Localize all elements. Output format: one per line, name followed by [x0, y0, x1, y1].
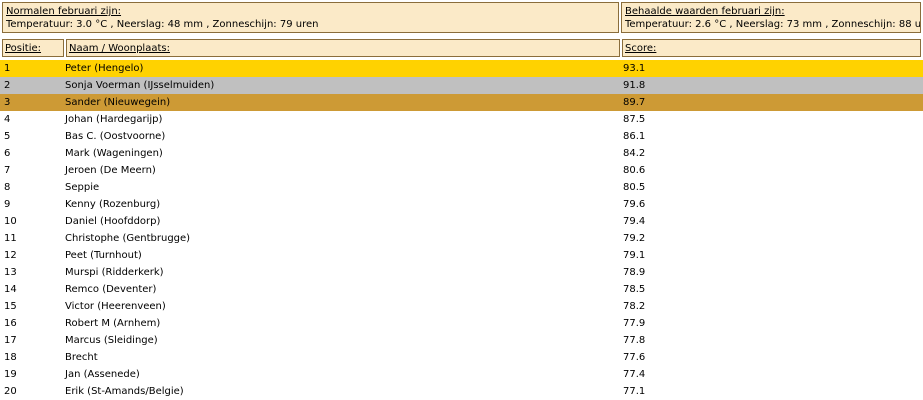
row-score: 77.6: [623, 352, 646, 363]
row-score: 77.8: [623, 335, 646, 346]
row-name: Remco (Deventer): [65, 284, 157, 295]
column-header-name: Naam / Woonplaats:: [66, 39, 620, 57]
achieved-text: Temperatuur: 2.6 °C , Neerslag: 73 mm , …: [625, 19, 921, 30]
row-position: 9: [4, 199, 11, 210]
row-score: 78.2: [623, 301, 646, 312]
row-score: 79.6: [623, 199, 646, 210]
row-name: Peet (Turnhout): [65, 250, 142, 261]
table-row: 19 Jan (Assenede) 77.4: [0, 366, 923, 383]
row-score: 93.1: [623, 63, 646, 74]
row-name: Peter (Hengelo): [65, 63, 144, 74]
row-name: Daniel (Hoofddorp): [65, 216, 161, 227]
row-name: Seppie: [65, 182, 100, 193]
table-row: 16 Robert M (Arnhem) 77.9: [0, 315, 923, 332]
row-name: Marcus (Sleidinge): [65, 335, 158, 346]
row-score: 91.8: [623, 80, 646, 91]
row-name: Murspi (Ridderkerk): [65, 267, 164, 278]
table-row: 2 Sonja Voerman (IJsselmuiden) 91.8: [0, 77, 923, 94]
row-name: Erik (St-Amands/Belgie): [65, 386, 184, 397]
column-header-position: Positie:: [2, 39, 64, 57]
table-row: 10 Daniel (Hoofddorp) 79.4: [0, 213, 923, 230]
row-score: 84.2: [623, 148, 646, 159]
row-name: Victor (Heerenveen): [65, 301, 166, 312]
normals-box: Normalen februari zijn: Temperatuur: 3.0…: [2, 2, 619, 33]
table-row: 14 Remco (Deventer) 78.5: [0, 281, 923, 298]
row-score: 89.7: [623, 97, 646, 108]
row-position: 14: [4, 284, 17, 295]
row-position: 12: [4, 250, 17, 261]
row-position: 2: [4, 80, 11, 91]
row-score: 77.9: [623, 318, 646, 329]
row-score: 79.2: [623, 233, 646, 244]
row-score: 77.4: [623, 369, 646, 380]
row-name: Mark (Wageningen): [65, 148, 163, 159]
column-header-score: Score:: [622, 39, 921, 57]
table-row: 9 Kenny (Rozenburg) 79.6: [0, 196, 923, 213]
row-position: 3: [4, 97, 11, 108]
row-name: Johan (Hardegarijp): [65, 114, 163, 125]
row-position: 1: [4, 63, 11, 74]
row-score: 80.5: [623, 182, 646, 193]
row-position: 4: [4, 114, 11, 125]
row-position: 17: [4, 335, 17, 346]
row-score: 78.9: [623, 267, 646, 278]
table-row: 8 Seppie 80.5: [0, 179, 923, 196]
row-position: 5: [4, 131, 11, 142]
row-name: Bas C. (Oostvoorne): [65, 131, 166, 142]
normals-title: Normalen februari zijn:: [6, 6, 122, 17]
row-name: Sonja Voerman (IJsselmuiden): [65, 80, 215, 91]
table-row: 20 Erik (St-Amands/Belgie) 77.1: [0, 383, 923, 400]
table-row: 4 Johan (Hardegarijp) 87.5: [0, 111, 923, 128]
row-name: Brecht: [65, 352, 98, 363]
achieved-box: Behaalde waarden februari zijn: Temperat…: [621, 2, 921, 33]
row-position: 20: [4, 386, 17, 397]
row-position: 15: [4, 301, 17, 312]
row-name: Kenny (Rozenburg): [65, 199, 161, 210]
row-position: 7: [4, 165, 11, 176]
table-row: 13 Murspi (Ridderkerk) 78.9: [0, 264, 923, 281]
row-position: 8: [4, 182, 11, 193]
row-position: 6: [4, 148, 11, 159]
row-position: 11: [4, 233, 17, 244]
table-row: 1 Peter (Hengelo) 93.1: [0, 60, 923, 77]
table-row: 11 Christophe (Gentbrugge) 79.2: [0, 230, 923, 247]
table-row: 17 Marcus (Sleidinge) 77.8: [0, 332, 923, 349]
row-score: 79.1: [623, 250, 646, 261]
row-score: 78.5: [623, 284, 646, 295]
row-score: 77.1: [623, 386, 646, 397]
table-row: 18 Brecht 77.6: [0, 349, 923, 366]
row-name: Robert M (Arnhem): [65, 318, 161, 329]
table-row: 3 Sander (Nieuwegein) 89.7: [0, 94, 923, 111]
table-row: 6 Mark (Wageningen) 84.2: [0, 145, 923, 162]
row-position: 19: [4, 369, 17, 380]
row-score: 79.4: [623, 216, 646, 227]
table-row: 12 Peet (Turnhout) 79.1: [0, 247, 923, 264]
row-name: Christophe (Gentbrugge): [65, 233, 191, 244]
row-position: 10: [4, 216, 17, 227]
row-name: Sander (Nieuwegein): [65, 97, 171, 108]
row-name: Jeroen (De Meern): [65, 165, 156, 176]
row-score: 86.1: [623, 131, 646, 142]
table-row: 15 Victor (Heerenveen) 78.2: [0, 298, 923, 315]
row-score: 80.6: [623, 165, 646, 176]
row-position: 13: [4, 267, 17, 278]
normals-text: Temperatuur: 3.0 °C , Neerslag: 48 mm , …: [6, 19, 319, 30]
row-position: 18: [4, 352, 17, 363]
row-score: 87.5: [623, 114, 646, 125]
table-row: 7 Jeroen (De Meern) 80.6: [0, 162, 923, 179]
achieved-title: Behaalde waarden februari zijn:: [625, 6, 785, 17]
row-position: 16: [4, 318, 17, 329]
ranking-table: 1 Peter (Hengelo) 93.1 2 Sonja Voerman (IJss…: [0, 60, 923, 400]
table-row: 5 Bas C. (Oostvoorne) 86.1: [0, 128, 923, 145]
row-name: Jan (Assenede): [65, 369, 140, 380]
